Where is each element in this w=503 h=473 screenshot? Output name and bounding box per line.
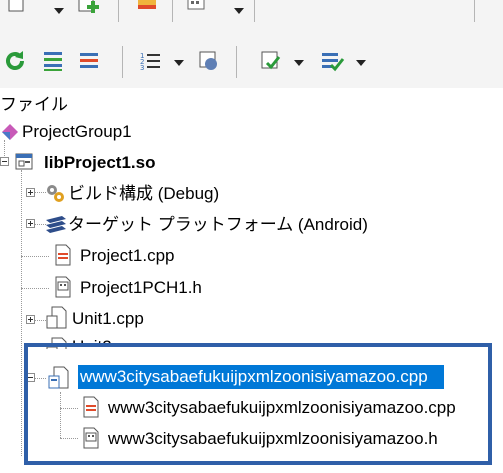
toolbar-top <box>0 0 503 27</box>
expand-toggle[interactable] <box>26 188 35 197</box>
svg-text:3: 3 <box>140 64 144 72</box>
tree-line <box>21 288 49 289</box>
run-icon[interactable] <box>318 48 346 74</box>
gears-icon <box>44 182 66 204</box>
dropdown-caret-icon[interactable] <box>232 4 246 18</box>
tree-item-project-cpp[interactable]: Project1.cpp <box>80 245 175 267</box>
new-icon[interactable] <box>6 0 28 16</box>
add-icon[interactable] <box>76 0 104 20</box>
expand-icon[interactable] <box>40 48 66 74</box>
file-column-label: ファイル <box>0 95 68 114</box>
toolbar-separator <box>254 0 255 22</box>
toolbar-separator <box>474 0 475 22</box>
tree-item-unit1[interactable]: Unit1.cpp <box>72 308 144 330</box>
open-icon[interactable] <box>134 0 162 18</box>
tree-item-pch-header[interactable]: Project1PCH1.h <box>80 277 202 299</box>
list-icon[interactable]: 123 <box>138 48 164 74</box>
dropdown-caret-icon[interactable] <box>52 4 66 18</box>
dropdown-caret-icon[interactable] <box>354 56 368 70</box>
collapse-icon[interactable] <box>76 48 102 74</box>
collapse-toggle[interactable] <box>0 157 9 166</box>
unit-file-icon <box>46 306 68 330</box>
build-icon[interactable] <box>258 48 284 74</box>
header-file-icon <box>54 276 72 298</box>
toolbar-separator <box>118 0 119 22</box>
tree-item-build-config[interactable]: ビルド構成 (Debug) <box>68 183 219 205</box>
expand-toggle[interactable] <box>26 219 35 228</box>
expand-toggle[interactable] <box>26 315 35 324</box>
toolbar-separator <box>172 0 173 22</box>
tree-item-project[interactable]: libProject1.so <box>44 152 155 174</box>
tree-line <box>21 170 22 456</box>
layout-icon[interactable] <box>184 0 208 18</box>
tree-item-project-group[interactable]: ProjectGroup1 <box>22 121 132 143</box>
project-group-icon <box>0 122 20 142</box>
dropdown-caret-icon[interactable] <box>292 56 306 70</box>
settings-icon[interactable] <box>196 48 222 74</box>
cpp-file-icon <box>54 244 72 266</box>
toolbar-separator <box>122 46 123 78</box>
refresh-icon[interactable] <box>2 48 28 74</box>
tree-item-target-platform[interactable]: ターゲット プラットフォーム (Android) <box>68 214 368 236</box>
highlight-box <box>24 343 492 465</box>
toolbar-separator <box>236 46 237 78</box>
project-icon <box>14 152 34 172</box>
toolbar-project-manager: 123 <box>0 26 503 88</box>
dropdown-caret-icon[interactable] <box>172 56 186 70</box>
target-platform-icon <box>44 213 68 235</box>
tree-line <box>21 256 49 257</box>
